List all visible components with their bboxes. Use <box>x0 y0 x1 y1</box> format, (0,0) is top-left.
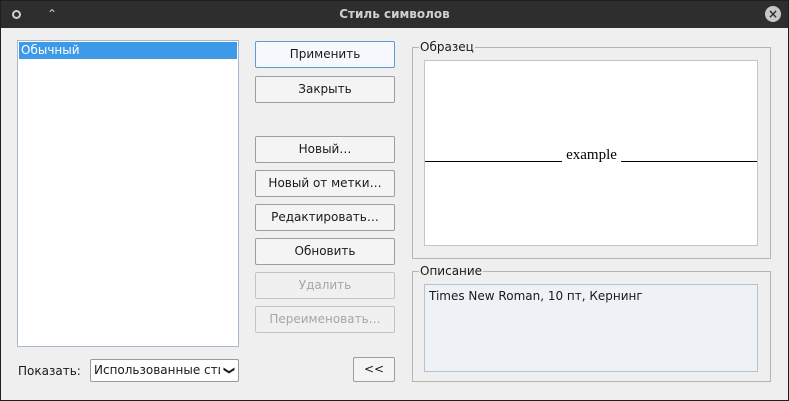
preview-group: Образец example <box>412 40 771 259</box>
new-from-marker-button[interactable]: Новый от метки… <box>255 170 395 197</box>
character-style-dialog: ⌃ Стиль символов × Обычный Показать: Исп… <box>0 0 789 401</box>
close-icon: × <box>765 6 781 22</box>
styles-list[interactable]: Обычный <box>17 40 239 347</box>
chevron-down-icon: ❯ <box>222 365 236 376</box>
description-text: Times New Roman, 10 пт, Кернинг <box>424 284 758 372</box>
preview-area: example <box>424 60 758 246</box>
list-item[interactable]: Обычный <box>19 42 237 59</box>
delete-button[interactable]: Удалить <box>255 272 395 299</box>
description-group: Описание Times New Roman, 10 пт, Кернинг <box>412 264 771 382</box>
rename-button[interactable]: Переименовать… <box>255 306 395 333</box>
apply-button[interactable]: Применить <box>255 41 395 68</box>
update-button[interactable]: Обновить <box>255 238 395 265</box>
edit-button[interactable]: Редактировать… <box>255 204 395 231</box>
show-filter-value: Использованные стили <box>94 363 220 377</box>
baseline-right <box>621 161 757 162</box>
window-close-button[interactable]: × <box>764 5 782 23</box>
preview-sample-text: example <box>566 147 617 163</box>
show-label: Показать: <box>18 364 81 378</box>
window-title: Стиль символов <box>339 7 450 21</box>
new-button[interactable]: Новый… <box>255 136 395 163</box>
description-group-title: Описание <box>419 264 484 278</box>
close-button[interactable]: Закрыть <box>255 76 395 103</box>
preview-group-title: Образец <box>419 40 475 54</box>
baseline-left <box>425 161 562 162</box>
collapse-button[interactable]: << <box>353 357 395 382</box>
title-bar: ⌃ Стиль символов × <box>1 1 788 28</box>
show-filter-select[interactable]: Использованные стили ❯ <box>90 359 239 382</box>
